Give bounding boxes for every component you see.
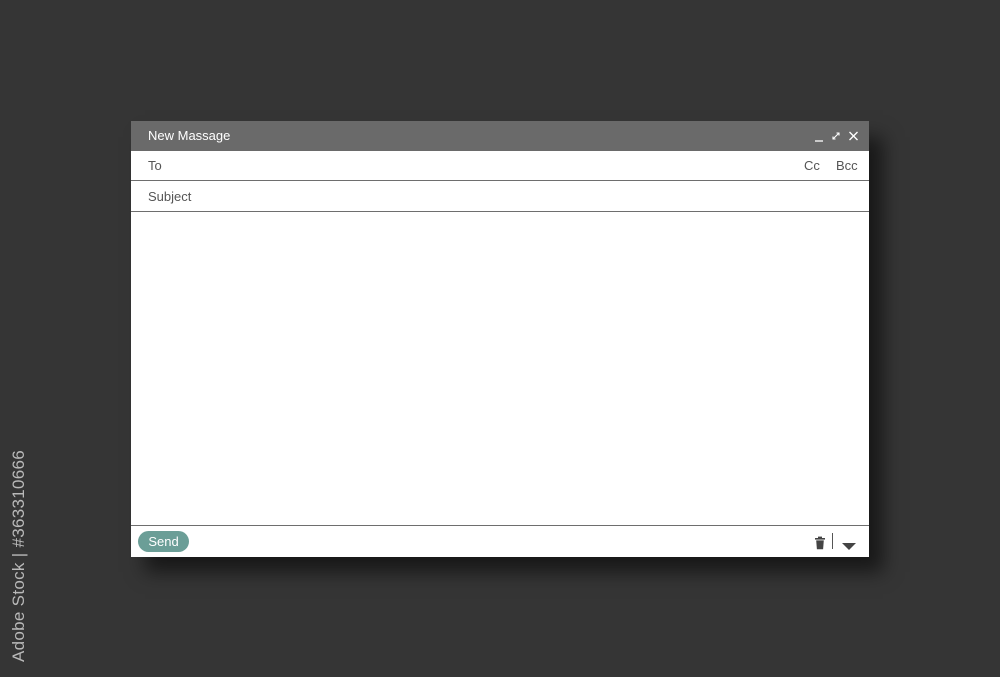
trash-icon[interactable]: [814, 535, 826, 550]
close-icon[interactable]: [847, 129, 859, 143]
to-row: To Cc Bcc: [131, 151, 869, 181]
message-body-input[interactable]: [131, 212, 869, 525]
subject-row: Subject: [131, 181, 869, 212]
subject-input[interactable]: [201, 186, 845, 208]
to-label: To: [148, 158, 162, 173]
to-input[interactable]: [191, 155, 795, 177]
bcc-link[interactable]: Bcc: [836, 158, 858, 173]
cc-link[interactable]: Cc: [804, 158, 820, 173]
window-controls: [813, 128, 859, 144]
desktop-background: Adobe Stock | #363310666 New Massage To …: [0, 0, 1000, 677]
send-button[interactable]: Send: [138, 531, 189, 552]
minimize-icon[interactable]: [813, 129, 825, 143]
stock-watermark-id: Adobe Stock | #363310666: [9, 449, 28, 662]
compose-titlebar[interactable]: New Massage: [131, 121, 869, 151]
expand-icon[interactable]: [830, 129, 842, 143]
compose-window: New Massage To Cc Bcc Subject Send: [131, 121, 869, 557]
compose-footer: Send: [131, 525, 869, 557]
chevron-down-icon[interactable]: [841, 537, 857, 550]
footer-divider: [832, 533, 833, 549]
window-title: New Massage: [148, 128, 231, 143]
subject-label: Subject: [148, 189, 192, 204]
